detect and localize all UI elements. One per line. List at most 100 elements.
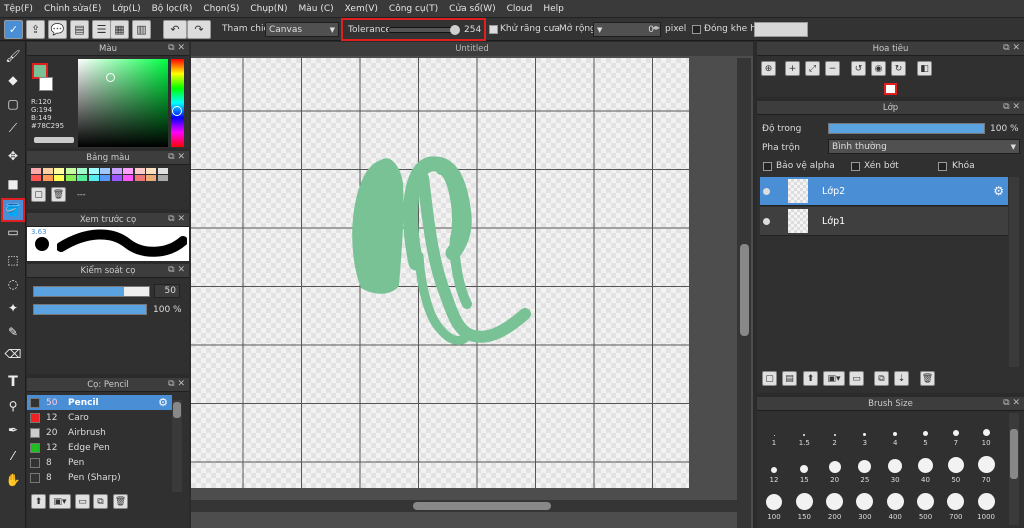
export-icon[interactable]: ⇪ (26, 20, 45, 39)
brush-size-option[interactable]: 10 (972, 413, 1000, 447)
brush-size-option[interactable]: 500 (912, 487, 940, 521)
brush-size-slider[interactable] (33, 286, 150, 297)
brush-tool-icon[interactable]: 🖌 (3, 46, 23, 66)
palette-swatch[interactable] (111, 168, 122, 174)
close-icon[interactable]: ⧉ ✕ (168, 152, 185, 162)
new-layer-from-file-icon[interactable]: ▤ (782, 371, 797, 386)
rotate-left-icon[interactable]: ↺ (851, 61, 866, 76)
bucket-fill-icon[interactable]: 🪣 (1, 198, 25, 222)
brush-size-option[interactable]: 70 (972, 450, 1000, 484)
select-rect-icon[interactable]: ⬚ (3, 250, 23, 270)
palette-swatch[interactable] (134, 168, 145, 174)
palette-swatch[interactable] (146, 175, 156, 181)
palette-swatch[interactable] (77, 175, 87, 181)
duplicate-layer-icon[interactable]: ⧉ (874, 371, 889, 386)
speech-bubble-icon[interactable]: 💬 (48, 20, 67, 39)
close-icon[interactable]: ⧉ ✕ (168, 43, 185, 53)
color-picker-cursor[interactable] (106, 73, 115, 82)
navigator-thumbnail[interactable] (884, 83, 897, 95)
menu-item[interactable]: Cửa sổ(W) (449, 4, 495, 14)
zoom-out-icon[interactable]: − (825, 61, 840, 76)
stepper-icon[interactable]: ◂▸ (652, 23, 660, 32)
operation-tool-icon[interactable]: ⚲ (3, 396, 23, 416)
gear-icon[interactable]: ⚙ (158, 396, 168, 409)
palette-swatch[interactable] (54, 175, 64, 181)
drawing-canvas[interactable] (191, 58, 689, 488)
duplicate-icon[interactable]: ⧉ (93, 494, 108, 509)
redo-button[interactable]: ↷ (187, 20, 211, 39)
move-tool-icon[interactable]: ✥ (3, 146, 23, 166)
grid-settings-icon[interactable]: ▦ (110, 20, 129, 39)
line-tool-icon[interactable]: ⟋ (3, 118, 23, 138)
brush-size-option[interactable]: 40 (912, 450, 940, 484)
brush-size-scroll-thumb[interactable] (1010, 429, 1018, 479)
menu-item[interactable]: Công cụ(T) (389, 4, 438, 14)
reset-rotation-icon[interactable]: ◉ (871, 61, 886, 76)
gradient-tool-icon[interactable]: ▭ (3, 222, 23, 242)
palette-swatch[interactable] (42, 175, 53, 181)
brush-size-option[interactable]: 300 (851, 487, 879, 521)
gear-icon[interactable]: ⚙ (993, 184, 1004, 198)
palette-swatch[interactable] (123, 168, 133, 174)
lock-checkbox[interactable] (938, 162, 947, 171)
menu-item[interactable]: Xem(V) (345, 4, 378, 14)
palette-swatch[interactable] (88, 175, 99, 181)
protect-alpha-checkbox[interactable] (763, 162, 772, 171)
close-icon[interactable]: ⧉ ✕ (168, 379, 185, 389)
trash-icon[interactable]: 🗑 (113, 494, 128, 509)
upload-layer-icon[interactable]: ⬆ (803, 371, 818, 386)
rectangle-select-icon[interactable]: ▢ (3, 94, 23, 114)
hue-slider-knob[interactable] (172, 106, 182, 116)
brush-size-option[interactable]: 20 (821, 450, 849, 484)
add-brush-icon[interactable]: ▣▾ (49, 494, 71, 509)
brush-list-scroll-thumb[interactable] (173, 402, 181, 418)
folder-icon[interactable]: ▭ (75, 494, 90, 509)
palette-swatch[interactable] (157, 175, 168, 181)
trash-icon[interactable]: 🗑 (920, 371, 935, 386)
layer-row[interactable]: Lớp2 ⚙ (760, 177, 1008, 206)
brush-size-option[interactable]: 30 (881, 450, 909, 484)
palette-swatch[interactable] (54, 168, 64, 174)
folder-icon[interactable]: ▭ (849, 371, 864, 386)
brush-size-option[interactable]: 1.5 (790, 413, 818, 447)
palette-swatch[interactable] (88, 168, 99, 174)
tone-icon[interactable]: ▥ (132, 20, 151, 39)
saturation-value-picker[interactable] (78, 59, 168, 147)
layer-row[interactable]: Lớp1 (760, 207, 1008, 236)
brush-size-option[interactable]: 700 (942, 487, 970, 521)
hue-slider[interactable] (171, 59, 184, 147)
brush-size-option[interactable]: 12 (760, 450, 788, 484)
select-pen-icon[interactable]: ✎ (3, 322, 23, 342)
reference-select[interactable]: Canvas ▼ (265, 22, 339, 37)
brush-list-item[interactable]: 12 Edge Pen (27, 440, 169, 455)
brush-size-option[interactable]: 25 (851, 450, 879, 484)
layers-scrollbar[interactable] (1009, 177, 1019, 367)
menu-item[interactable]: Tệp(F) (4, 4, 33, 14)
merge-layer-icon[interactable]: ⇣ (894, 371, 909, 386)
menu-item[interactable]: Bộ lọc(R) (152, 4, 193, 14)
brush-list-item[interactable]: 50 Pencil ⚙ (27, 395, 172, 410)
vertical-scroll-thumb[interactable] (740, 244, 749, 336)
brush-list-scrollbar[interactable] (172, 400, 182, 492)
visibility-eye-icon[interactable] (763, 217, 770, 225)
magic-wand-icon[interactable]: ✦ (3, 298, 23, 318)
brush-upload-icon[interactable]: ⬆ (31, 494, 46, 509)
fit-window-icon[interactable]: ⤢ (805, 61, 820, 76)
menu-item[interactable]: Cloud (507, 4, 533, 14)
palette-swatch[interactable] (111, 175, 122, 181)
brush-size-option[interactable]: 3 (851, 413, 879, 447)
palette-swatch[interactable] (123, 175, 133, 181)
hand-tool-icon[interactable]: ✋ (3, 470, 23, 490)
menu-item[interactable]: Chụp(N) (250, 4, 287, 14)
brush-size-scrollbar[interactable] (1009, 413, 1019, 525)
brush-size-option[interactable]: 7 (942, 413, 970, 447)
brush-size-option[interactable]: 50 (942, 450, 970, 484)
palette-swatch[interactable] (31, 175, 41, 181)
document-tab[interactable]: Untitled (191, 42, 753, 56)
close-icon[interactable]: ⧉ ✕ (1003, 102, 1020, 112)
menu-item[interactable]: Màu (C) (299, 4, 334, 14)
vertical-scrollbar[interactable] (737, 58, 751, 528)
fill-rect-icon[interactable]: ■ (3, 174, 23, 194)
eyedropper-icon[interactable]: ⁄ (3, 446, 23, 466)
close-icon[interactable]: ⧉ ✕ (1003, 43, 1020, 53)
